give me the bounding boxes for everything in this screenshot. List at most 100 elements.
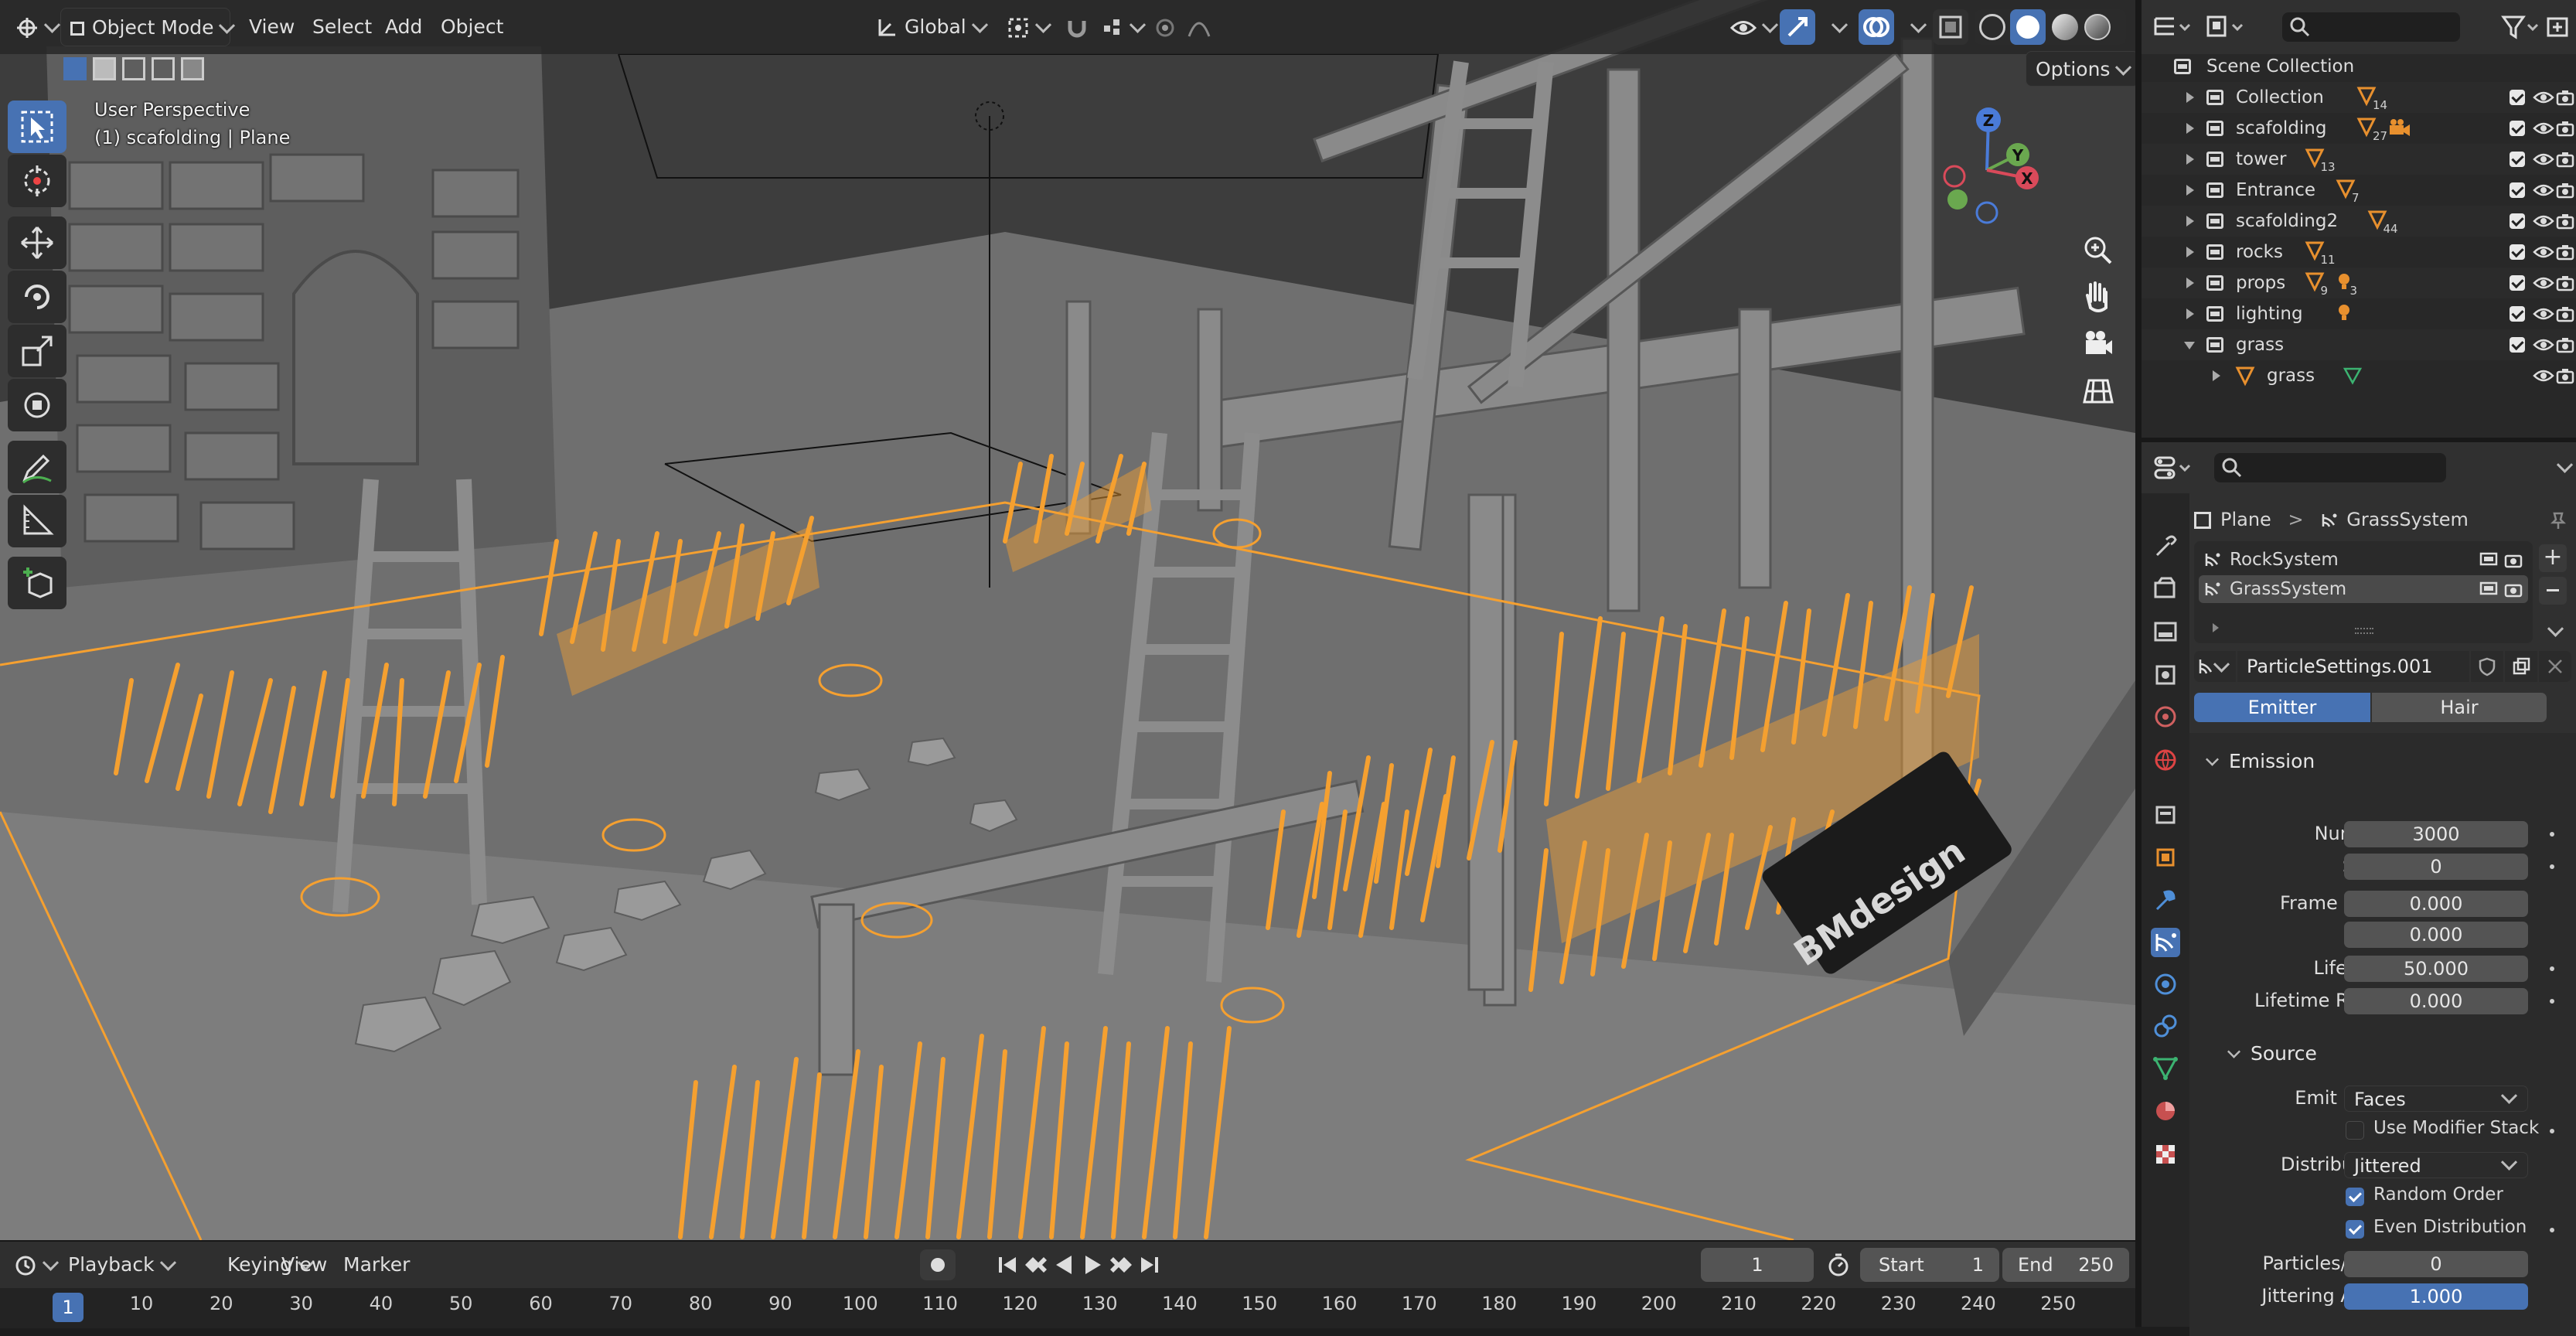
- eye-icon[interactable]: [2533, 182, 2554, 199]
- overlays-toggle[interactable]: [1859, 9, 1894, 45]
- particle-system-item[interactable]: RockSystem: [2199, 546, 2528, 574]
- material-shading-icon[interactable]: [2052, 14, 2078, 40]
- snap-toggle[interactable]: [1056, 8, 1153, 46]
- camera-render-icon[interactable]: [2503, 550, 2523, 570]
- solid-shading-button[interactable]: [2010, 9, 2046, 45]
- physics-tab-icon[interactable]: [2151, 970, 2180, 999]
- mesh-data-icon[interactable]: [2343, 366, 2363, 386]
- timeline-editor-type[interactable]: [5, 1246, 66, 1283]
- source-panel-header[interactable]: Source: [2227, 1042, 2317, 1065]
- expand-arrow-icon[interactable]: [2184, 342, 2195, 349]
- scene-collection-row[interactable]: Scene Collection: [2142, 51, 2576, 82]
- expand-arrow-icon[interactable]: [2186, 123, 2194, 134]
- wireframe-shading-icon[interactable]: [1979, 14, 2005, 40]
- pan-button[interactable]: [2077, 275, 2120, 319]
- exclude-checkbox[interactable]: [2510, 275, 2525, 291]
- remove-particle-system-button[interactable]: [2539, 577, 2567, 605]
- duplicate-settings-button[interactable]: [2505, 651, 2537, 682]
- tool-select-box[interactable]: [8, 101, 66, 153]
- outliner-search-input[interactable]: [2282, 12, 2460, 42]
- menu-playback[interactable]: Playback: [59, 1246, 183, 1283]
- frame-end-field[interactable]: 0.000: [2344, 922, 2528, 948]
- end-frame-field[interactable]: End 250: [2002, 1248, 2129, 1282]
- tool-measure[interactable]: [8, 495, 66, 547]
- emission-panel-header[interactable]: Emission: [2206, 750, 2315, 772]
- expand-arrow-icon[interactable]: [2186, 278, 2194, 288]
- zoom-button[interactable]: [2077, 229, 2120, 272]
- data-tab-icon[interactable]: [2151, 1053, 2180, 1082]
- display-mode-dropdown[interactable]: [2205, 12, 2248, 42]
- use-modifier-stack-checkbox[interactable]: [2346, 1121, 2364, 1140]
- eye-icon[interactable]: [2533, 244, 2554, 261]
- options-dropdown[interactable]: Options: [2026, 51, 2135, 87]
- select-subtract-icon[interactable]: [122, 57, 145, 80]
- navigation-gizmo[interactable]: Z Y X: [1933, 101, 2072, 232]
- exclude-checkbox[interactable]: [2510, 306, 2525, 322]
- pivot-point-dropdown[interactable]: [997, 8, 1058, 46]
- type-hair-button[interactable]: Hair: [2372, 693, 2547, 722]
- properties-options-dropdown[interactable]: [2551, 456, 2574, 478]
- menu-view-timeline[interactable]: View: [272, 1246, 336, 1283]
- particle-system-item-selected[interactable]: GrassSystem: [2199, 575, 2528, 603]
- eye-icon[interactable]: [2533, 213, 2554, 230]
- select-intersect-icon[interactable]: [181, 57, 204, 80]
- menu-add[interactable]: Add: [376, 8, 431, 46]
- properties-search-input[interactable]: [2214, 453, 2446, 482]
- jump-start-icon[interactable]: [994, 1249, 1022, 1280]
- list-options-dropdown[interactable]: [2542, 620, 2565, 645]
- render-camera-icon[interactable]: [2556, 120, 2574, 137]
- editor-type-button[interactable]: [6, 8, 67, 46]
- object-tab-icon[interactable]: [2151, 843, 2180, 872]
- add-particle-system-button[interactable]: +: [2539, 544, 2567, 572]
- view-layer-tab-icon[interactable]: [2151, 660, 2180, 690]
- exclude-checkbox[interactable]: [2510, 213, 2525, 229]
- list-expand-arrow[interactable]: [2213, 623, 2219, 632]
- outliner-row[interactable]: Entrance 7: [2142, 175, 2576, 206]
- area-divider-vertical[interactable]: [2135, 0, 2142, 1327]
- distribution-dropdown[interactable]: Jittered: [2344, 1152, 2528, 1178]
- area-divider-horizontal[interactable]: [2142, 438, 2576, 442]
- expand-arrow-icon[interactable]: [2186, 247, 2194, 257]
- visibility-dropdown[interactable]: [1721, 8, 1785, 46]
- expand-arrow-icon[interactable]: [2186, 92, 2194, 103]
- render-camera-icon[interactable]: [2556, 274, 2574, 291]
- expand-arrow-icon[interactable]: [2213, 370, 2220, 381]
- eye-icon[interactable]: [2533, 120, 2554, 137]
- outliner-row[interactable]: lighting: [2142, 298, 2576, 329]
- menu-marker[interactable]: Marker: [334, 1246, 419, 1283]
- rendered-shading-icon[interactable]: [2084, 14, 2111, 40]
- material-tab-icon[interactable]: [2151, 1096, 2180, 1126]
- eye-icon[interactable]: [2533, 336, 2554, 353]
- tool-move[interactable]: [8, 216, 66, 269]
- seed-field[interactable]: 0: [2344, 854, 2528, 880]
- tool-cursor[interactable]: [8, 155, 66, 207]
- tool-add-cube[interactable]: [8, 557, 66, 609]
- render-camera-icon[interactable]: [2556, 367, 2574, 384]
- even-distribution-keyframe-dot[interactable]: [2550, 1228, 2554, 1232]
- render-camera-icon[interactable]: [2556, 182, 2574, 199]
- outliner-row[interactable]: Collection 14: [2142, 82, 2576, 113]
- stopwatch-icon[interactable]: [1826, 1252, 1851, 1277]
- gizmo-dropdown[interactable]: [1817, 8, 1855, 46]
- collection-tab-icon[interactable]: [2151, 799, 2180, 829]
- xray-toggle[interactable]: [1933, 9, 1968, 45]
- render-camera-icon[interactable]: [2556, 336, 2574, 353]
- render-camera-icon[interactable]: [2556, 89, 2574, 106]
- new-collection-button[interactable]: [2545, 12, 2571, 42]
- eye-icon[interactable]: [2533, 151, 2554, 168]
- render-camera-icon[interactable]: [2556, 305, 2574, 322]
- properties-panel[interactable]: Plane > GrassSystem RockSystem GrassSyst…: [2142, 442, 2576, 1336]
- start-frame-field[interactable]: Start 1: [1860, 1248, 1999, 1282]
- output-tab-icon[interactable]: [2151, 617, 2180, 646]
- type-emitter-button[interactable]: Emitter: [2194, 693, 2370, 722]
- world-tab-icon[interactable]: [2151, 745, 2180, 775]
- filter-dropdown[interactable]: [2500, 12, 2544, 42]
- outliner-panel[interactable]: Scene Collection Collection 14 scafolding 2…: [2142, 0, 2576, 438]
- constraints-tab-icon[interactable]: [2151, 1011, 2180, 1041]
- render-camera-icon[interactable]: [2556, 244, 2574, 261]
- lifetime-keyframe-dot[interactable]: [2550, 966, 2554, 971]
- play-reverse-icon[interactable]: [1050, 1249, 1078, 1280]
- unlink-settings-button[interactable]: [2539, 651, 2571, 682]
- render-tab-icon[interactable]: [2151, 574, 2180, 603]
- transform-orientation-dropdown[interactable]: Global: [866, 8, 995, 46]
